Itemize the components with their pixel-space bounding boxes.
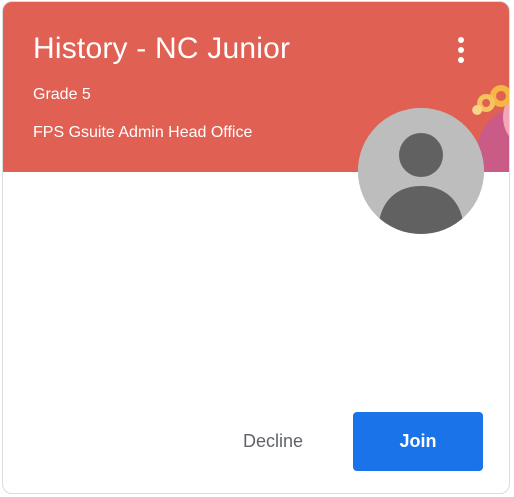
- class-owner: FPS Gsuite Admin Head Office: [33, 124, 253, 141]
- person-icon: [358, 108, 484, 234]
- join-button[interactable]: Join: [353, 412, 483, 471]
- class-section: Grade 5: [33, 86, 91, 103]
- class-card: History - NC Junior Grade 5 FPS Gsuite A…: [2, 1, 510, 494]
- class-title[interactable]: History - NC Junior: [33, 32, 290, 66]
- decline-button[interactable]: Decline: [217, 416, 329, 466]
- owner-avatar: [358, 108, 484, 234]
- more-options-button[interactable]: [443, 30, 479, 70]
- more-vertical-icon: [458, 37, 464, 63]
- card-actions: Decline Join: [3, 410, 509, 471]
